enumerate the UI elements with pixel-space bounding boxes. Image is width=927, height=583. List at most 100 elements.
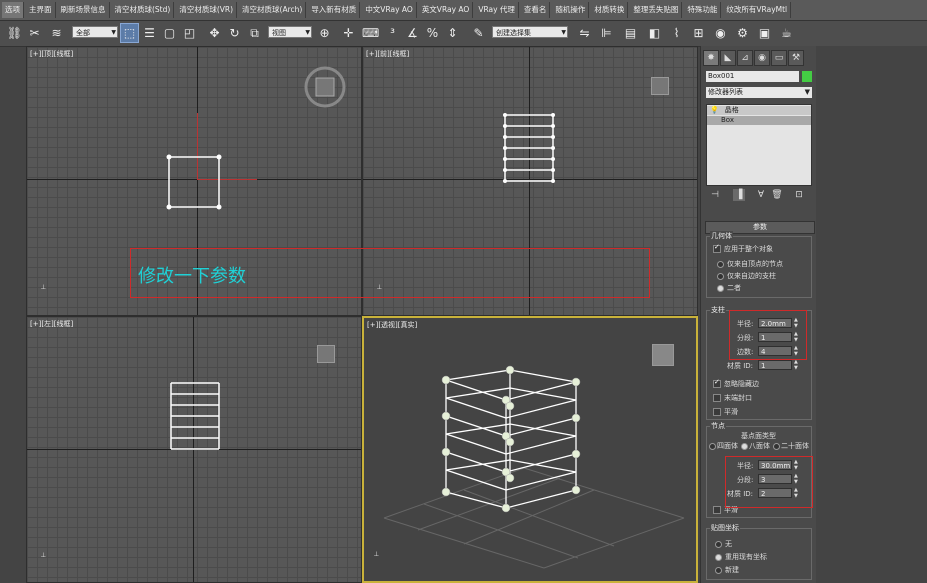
modify-tab-icon[interactable]: ◣ xyxy=(720,50,736,66)
motion-tab-icon[interactable]: ◉ xyxy=(754,50,770,66)
menu-item[interactable]: 整理丢失贴图 xyxy=(630,2,683,18)
menu-item[interactable]: 中文VRay AO xyxy=(362,2,417,18)
render-icon[interactable]: ☕ xyxy=(778,24,795,42)
lightbulb-icon[interactable]: 💡 xyxy=(710,106,719,114)
spinner-arrows-icon[interactable]: ▲ ▼ xyxy=(794,359,800,371)
rect-selection-icon[interactable]: ▢ xyxy=(161,24,178,42)
layer-manager-icon[interactable]: ▤ xyxy=(622,24,639,42)
remove-modifier-icon[interactable]: 🗑 xyxy=(771,189,783,201)
viewcube-icon[interactable] xyxy=(317,345,335,363)
window-crossing-icon[interactable]: ◰ xyxy=(181,24,198,42)
joints-only-radio[interactable] xyxy=(717,261,724,268)
mapping-reuse-radio[interactable] xyxy=(715,554,722,561)
both-radio[interactable] xyxy=(717,285,724,292)
menu-item[interactable]: 清空材质球(VR) xyxy=(176,2,238,18)
struts-title: 支柱 xyxy=(710,305,726,315)
show-end-result-icon[interactable]: ▐ xyxy=(733,189,745,201)
menu-item[interactable]: 导入新有材质 xyxy=(308,2,361,18)
utilities-tab-icon[interactable]: ⚒ xyxy=(788,50,804,66)
mapping-none-radio[interactable] xyxy=(715,541,722,548)
params-rollout-title: 参数 xyxy=(753,223,767,231)
apply-whole-checkbox[interactable] xyxy=(713,243,721,253)
pivot-center-icon[interactable]: ⊕ xyxy=(316,24,333,42)
menu-item[interactable]: VRay 代理 xyxy=(475,2,519,18)
mapping-new-radio[interactable] xyxy=(715,567,722,574)
move-icon[interactable]: ✥ xyxy=(206,24,223,42)
object-color-swatch[interactable] xyxy=(802,71,812,82)
snap-3d-icon[interactable]: ³ xyxy=(384,24,401,42)
menu-item[interactable]: 特殊功能 xyxy=(684,2,722,18)
mirror-icon[interactable]: ⇋ xyxy=(576,24,593,42)
end-caps-checkbox[interactable] xyxy=(713,394,721,402)
link-icon[interactable]: ⛓ xyxy=(6,24,23,42)
render-setup-icon[interactable]: ⚙ xyxy=(734,24,751,42)
bind-spacewarp-icon[interactable]: ≋ xyxy=(48,24,65,42)
graphite-tools-icon[interactable]: ◧ xyxy=(646,24,663,42)
modifier-stack[interactable]: 💡 晶格 Box xyxy=(706,104,812,186)
configure-sets-icon[interactable]: ⊡ xyxy=(793,189,805,201)
ignore-hidden-checkbox[interactable] xyxy=(713,378,721,388)
tetra-label: 四面体 xyxy=(717,442,738,450)
mapping-group: 贴图坐标 无 重用现有坐标 新建 xyxy=(706,523,812,580)
menu-item[interactable]: 查看名 xyxy=(521,2,551,18)
struts-only-radio[interactable] xyxy=(717,273,724,280)
keyboard-shortcut-icon[interactable]: ⌨ xyxy=(362,24,379,42)
mapping-reuse-label: 重用现有坐标 xyxy=(725,553,767,561)
curve-editor-icon[interactable]: ⌇ xyxy=(668,24,685,42)
unlink-icon[interactable]: ✂ xyxy=(26,24,43,42)
viewcube-icon[interactable] xyxy=(652,344,674,366)
perspective-scene xyxy=(383,365,685,569)
ref-coord-dropdown[interactable]: 视图 ▼ xyxy=(268,26,312,38)
strut-matid-input[interactable]: 1 xyxy=(758,360,792,370)
struts-highlight-box xyxy=(729,310,807,360)
rendered-frame-icon[interactable]: ▣ xyxy=(756,24,773,42)
schematic-view-icon[interactable]: ⊞ xyxy=(690,24,707,42)
named-selection-dropdown[interactable]: 创建选择集 ▼ xyxy=(492,26,568,38)
menu-item[interactable]: 英文VRay AO xyxy=(419,2,474,18)
menu-item[interactable]: 选项 xyxy=(2,2,24,18)
create-tab-icon[interactable]: ✸ xyxy=(703,50,719,66)
menu-item[interactable]: 刷新场景信息 xyxy=(58,2,110,18)
viewport-perspective[interactable]: [+][透视][真实] ⟂ xyxy=(362,316,698,583)
modifier-list-dropdown[interactable]: 修改器列表 ▼ xyxy=(706,87,812,98)
menu-item[interactable]: 材质转换 xyxy=(591,2,629,18)
stack-item-lattice[interactable]: 💡 晶格 xyxy=(707,106,811,115)
edit-named-selection-icon[interactable]: ✎ xyxy=(470,24,487,42)
rotate-icon[interactable]: ↻ xyxy=(226,24,243,42)
manipulate-icon[interactable]: ✛ xyxy=(340,24,357,42)
hierarchy-tab-icon[interactable]: ⊿ xyxy=(737,50,753,66)
geometry-group: 几何体 应用于整个对象 仅来自顶点的节点 仅来自边的支柱 二者 xyxy=(706,231,812,298)
display-tab-icon[interactable]: ▭ xyxy=(771,50,787,66)
selection-filter-dropdown[interactable]: 全部 ▼ xyxy=(72,26,118,38)
select-object-icon[interactable]: ⬚ xyxy=(120,23,139,43)
joint-smooth-checkbox[interactable] xyxy=(713,506,721,514)
octa-radio[interactable] xyxy=(741,443,748,450)
menu-item[interactable]: 主界面 xyxy=(26,2,56,18)
viewcube-icon[interactable] xyxy=(651,77,669,95)
menu-item[interactable]: 清空材质球(Arch) xyxy=(239,2,307,18)
stack-item-box[interactable]: Box xyxy=(707,116,811,125)
material-editor-icon[interactable]: ◉ xyxy=(712,24,729,42)
select-by-name-icon[interactable]: ☰ xyxy=(141,24,158,42)
ignore-hidden-label: 忽略隐藏边 xyxy=(724,380,759,388)
object-name-field[interactable]: Box001 xyxy=(706,71,799,82)
lattice-object-top[interactable] xyxy=(163,151,227,215)
make-unique-icon[interactable]: ∀ xyxy=(755,189,767,201)
angle-snap-icon[interactable]: ∡ xyxy=(404,24,421,42)
menu-item[interactable]: 随机操作 xyxy=(552,2,590,18)
ref-coord-value: 视图 xyxy=(272,29,286,37)
tetra-radio[interactable] xyxy=(709,443,716,450)
strut-smooth-checkbox[interactable] xyxy=(713,408,721,416)
menu-item[interactable]: 清空材质球(Std) xyxy=(112,2,175,18)
lattice-object-left[interactable] xyxy=(165,377,225,455)
menu-item[interactable]: 纹改所有VRayMtl xyxy=(723,2,792,18)
align-icon[interactable]: ⊫ xyxy=(598,24,615,42)
viewcube-icon[interactable] xyxy=(301,63,349,111)
icosa-radio[interactable] xyxy=(773,443,780,450)
pin-stack-icon[interactable]: ⊣ xyxy=(709,189,721,201)
lattice-object-front[interactable] xyxy=(497,109,561,187)
viewport-left[interactable]: [+][左][线框] ⟂ xyxy=(26,316,362,583)
scale-icon[interactable]: ⧉ xyxy=(246,24,263,42)
percent-snap-icon[interactable]: % xyxy=(424,24,441,42)
spinner-snap-icon[interactable]: ⇕ xyxy=(444,24,461,42)
